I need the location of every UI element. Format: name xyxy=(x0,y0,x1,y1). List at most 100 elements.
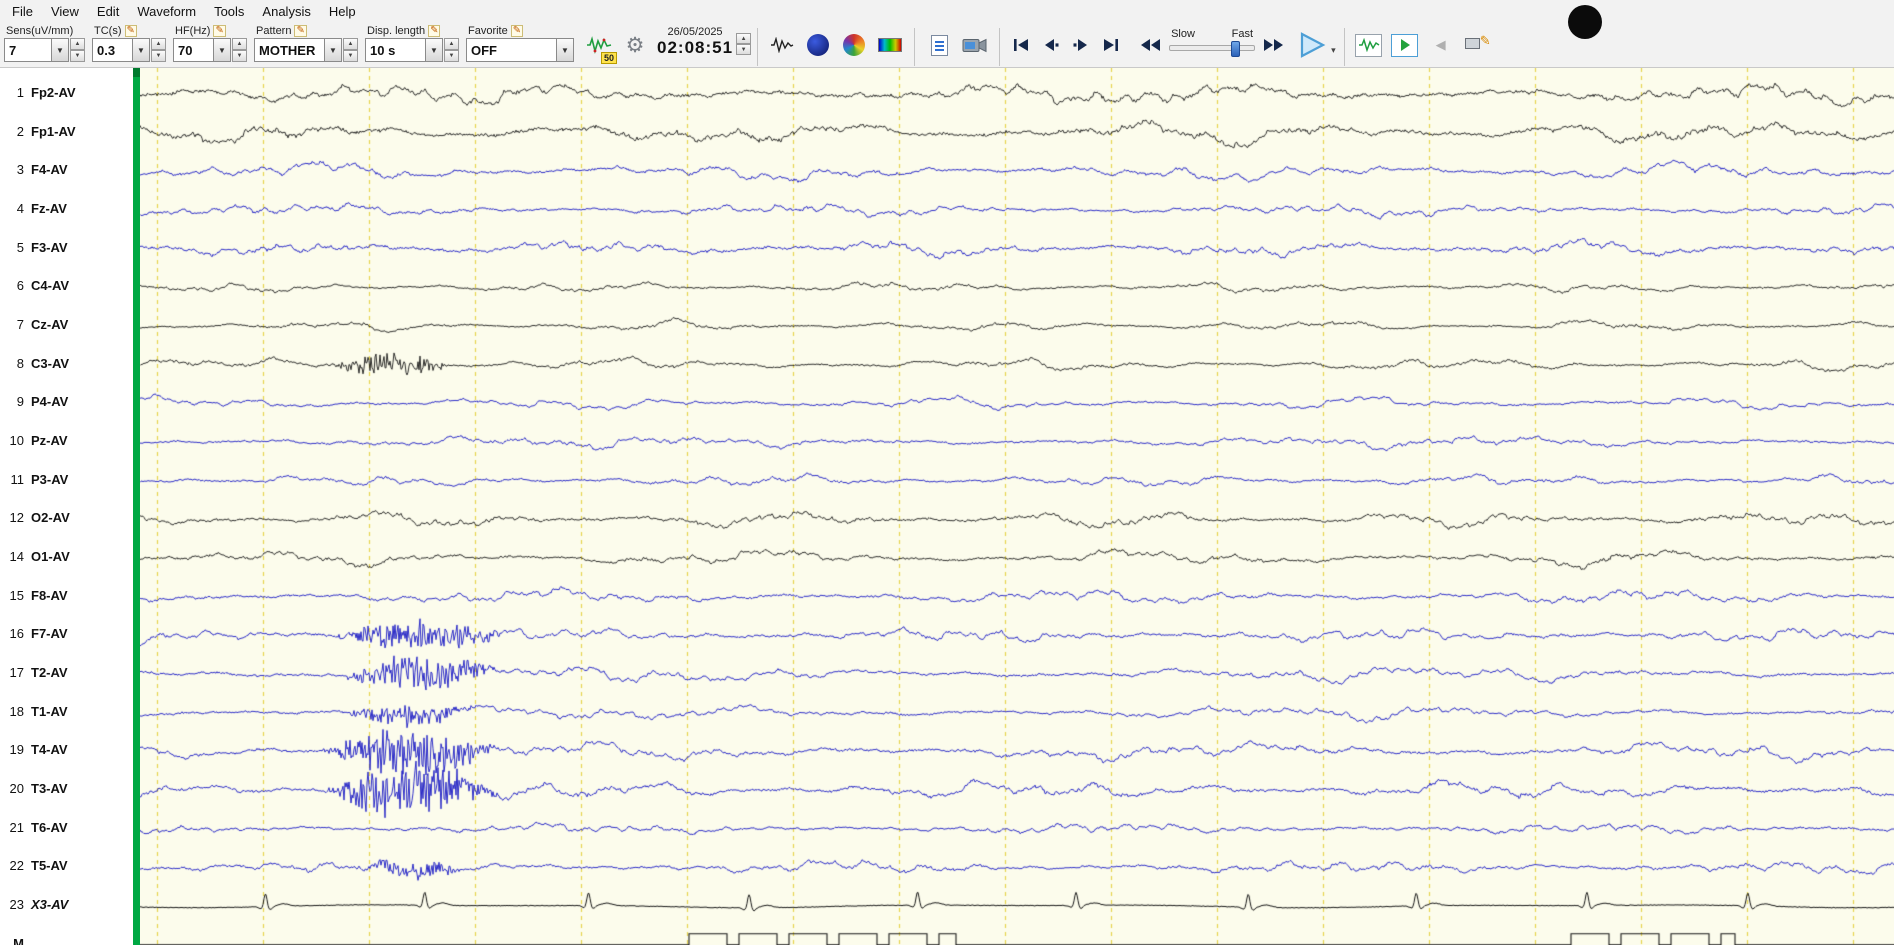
channel-row-X3-AV[interactable]: 23 X3-AV xyxy=(0,897,69,914)
channel-label: C3-AV xyxy=(31,355,70,371)
hf-edit-icon[interactable]: ✎ xyxy=(213,24,226,37)
channel-row-O1-AV[interactable]: 14 O1-AV xyxy=(0,549,70,566)
montage-editor-icon: ✎ xyxy=(1464,33,1491,55)
toolbar-separator xyxy=(914,28,916,66)
channel-number: 6 xyxy=(16,278,24,294)
brain-map-button[interactable] xyxy=(837,29,871,61)
tc-dropdown-arrow[interactable]: ▼ xyxy=(132,38,150,62)
channel-row-Pz-AV[interactable]: 10 Pz-AV xyxy=(0,433,68,450)
disp-length-dropdown[interactable]: 10 s ▼ xyxy=(365,38,443,62)
favorite-edit-icon[interactable]: ✎ xyxy=(510,24,524,37)
channel-row-P3-AV[interactable]: 11 P3-AV xyxy=(0,472,69,489)
auto-play-button[interactable] xyxy=(1388,29,1422,61)
speed-slider-track[interactable] xyxy=(1169,41,1256,57)
channel-row-T6-AV[interactable]: 21 T6-AV xyxy=(0,820,68,837)
favorite-dropdown[interactable]: OFF ▼ xyxy=(466,38,574,62)
channel-row-T2-AV[interactable]: 17 T2-AV xyxy=(0,665,68,682)
channel-row-C4-AV[interactable]: 6 C4-AV xyxy=(0,278,69,295)
color-scale-button[interactable] xyxy=(873,29,907,61)
fast-forward-button[interactable] xyxy=(1258,32,1288,58)
channel-row-T1-AV[interactable]: 18 T1-AV xyxy=(0,704,68,721)
channel-row-P4-AV[interactable]: 9 P4-AV xyxy=(0,394,69,411)
color-scale-icon xyxy=(878,38,903,52)
control-sens: Sens(uV/mm) 7 ▼ ▲ ▼ xyxy=(4,23,85,62)
favorite-dropdown-arrow[interactable]: ▼ xyxy=(556,38,574,62)
channel-number: 20 xyxy=(9,781,24,797)
time-label: 02:08:51 xyxy=(657,38,734,57)
disp-length-dropdown-arrow[interactable]: ▼ xyxy=(425,38,443,62)
channel-row-F4-AV[interactable]: 3 F4-AV xyxy=(0,162,68,179)
play-options-arrow[interactable]: ▾ xyxy=(1331,45,1336,56)
toolbar-separator xyxy=(757,28,759,66)
hf-dropdown[interactable]: 70 ▼ xyxy=(173,38,231,62)
waveform-display[interactable] xyxy=(140,68,1894,945)
channel-number: M xyxy=(13,935,24,945)
trend-waveform-button[interactable] xyxy=(1352,29,1386,61)
step-back-button[interactable] xyxy=(1036,32,1066,58)
pattern-dropdown-arrow[interactable]: ▼ xyxy=(324,38,342,62)
hf-spinner[interactable]: ▲ ▼ xyxy=(232,38,247,62)
menu-edit[interactable]: Edit xyxy=(88,1,128,22)
channel-row-O2-AV[interactable]: 12 O2-AV xyxy=(0,510,70,527)
sens-spinner[interactable]: ▲ ▼ xyxy=(70,38,85,62)
menu-help[interactable]: Help xyxy=(320,1,365,22)
webcam-dot xyxy=(1568,5,1602,39)
channel-label: F8-AV xyxy=(31,587,68,603)
channel-row-F3-AV[interactable]: 5 F3-AV xyxy=(0,240,68,257)
rewind-button[interactable] xyxy=(1136,32,1166,58)
channel-row-Fp1-AV[interactable]: 2 Fp1-AV xyxy=(0,124,76,141)
time-spinner[interactable]: ▲ ▼ xyxy=(736,33,752,55)
disp-length-edit-icon[interactable]: ✎ xyxy=(428,24,441,37)
channel-number: 7 xyxy=(16,317,24,333)
channel-row-Fp2-AV[interactable]: 1 Fp2-AV xyxy=(0,85,76,102)
channel-row-T4-AV[interactable]: 19 T4-AV xyxy=(0,742,68,759)
menu-view[interactable]: View xyxy=(42,1,88,22)
channel-row-C3-AV[interactable]: 8 C3-AV xyxy=(0,356,69,373)
report-button[interactable] xyxy=(922,29,956,61)
menu-waveform[interactable]: Waveform xyxy=(128,1,205,22)
channel-number: 9 xyxy=(16,394,24,410)
channel-row-M[interactable]: M xyxy=(0,936,31,945)
speed-slider[interactable]: Slow Fast xyxy=(1169,28,1256,57)
channel-row-T3-AV[interactable]: 20 T3-AV xyxy=(0,781,68,798)
waveform-montage-button[interactable] xyxy=(765,29,799,61)
channel-number: 14 xyxy=(9,549,24,565)
montage-editor-button[interactable]: ✎ xyxy=(1460,29,1494,61)
channel-number: 22 xyxy=(9,858,24,874)
tc-spinner[interactable]: ▲ ▼ xyxy=(151,38,166,62)
sens-dropdown[interactable]: 7 ▼ xyxy=(4,38,69,62)
disp-length-spinner[interactable]: ▲ ▼ xyxy=(444,38,459,62)
play-button[interactable] xyxy=(1288,30,1334,60)
tc-edit-icon[interactable]: ✎ xyxy=(124,24,137,37)
skip-to-end-icon xyxy=(1104,39,1119,51)
channel-label: X3-AV xyxy=(31,897,69,913)
channel-row-Fz-AV[interactable]: 4 Fz-AV xyxy=(0,201,67,218)
menu-tools[interactable]: Tools xyxy=(205,1,253,22)
channel-row-T5-AV[interactable]: 22 T5-AV xyxy=(0,858,68,875)
topo-map-button[interactable] xyxy=(801,29,835,61)
play-icon xyxy=(1300,32,1326,58)
menu-analysis[interactable]: Analysis xyxy=(253,1,319,22)
sens-dropdown-arrow[interactable]: ▼ xyxy=(51,38,69,62)
hf-dropdown-arrow[interactable]: ▼ xyxy=(213,38,231,62)
pattern-edit-icon[interactable]: ✎ xyxy=(294,24,307,37)
go-last-button[interactable] xyxy=(1096,32,1126,58)
back-page-button[interactable]: ◀ xyxy=(1424,29,1458,61)
channel-row-Cz-AV[interactable]: 7 Cz-AV xyxy=(0,317,69,334)
green-play-icon xyxy=(1391,33,1419,57)
disp-length-value: 10 s xyxy=(365,38,425,62)
menu-file[interactable]: File xyxy=(3,1,42,22)
video-button[interactable] xyxy=(958,29,992,61)
channel-label-column: 1 Fp2-AV 2 Fp1-AV 3 F4-AV 4 Fz-AV 5 F3-AV 6 C4-AV 7 C… xyxy=(0,68,133,945)
pattern-spinner[interactable]: ▲ ▼ xyxy=(343,38,358,62)
channel-row-F7-AV[interactable]: 16 F7-AV xyxy=(0,626,68,643)
notch-filter-button[interactable]: 50 xyxy=(582,29,617,64)
step-forward-button[interactable] xyxy=(1066,32,1096,58)
go-first-button[interactable] xyxy=(1006,32,1036,58)
channel-row-F8-AV[interactable]: 15 F8-AV xyxy=(0,588,68,605)
hf-value: 70 xyxy=(173,38,213,62)
pattern-dropdown[interactable]: MOTHER ▼ xyxy=(254,38,342,62)
speed-slider-handle[interactable] xyxy=(1230,41,1240,57)
tc-dropdown[interactable]: 0.3 ▼ xyxy=(92,38,150,62)
settings-gear-button[interactable]: ⚙ xyxy=(618,29,652,61)
